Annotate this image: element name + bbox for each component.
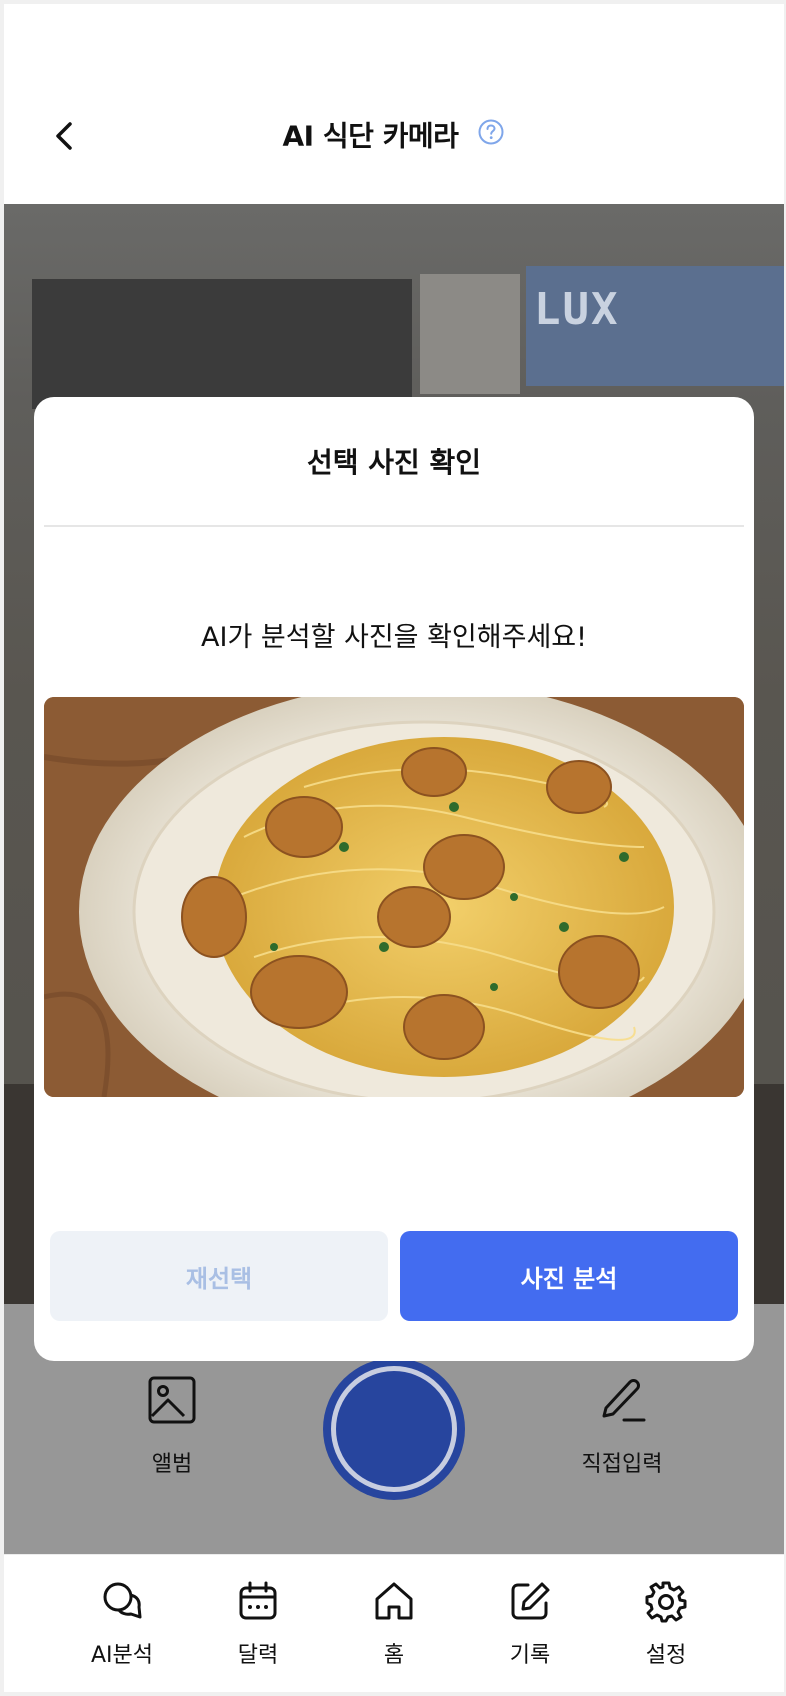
nav-label: 홈 xyxy=(383,1643,405,1668)
nav-label: 달력 xyxy=(237,1643,279,1668)
modal-divider xyxy=(44,525,744,527)
selected-food-photo xyxy=(44,697,744,1097)
nav-item-calendar[interactable]: 달력 xyxy=(198,1579,318,1669)
nav-label: AI분석 xyxy=(90,1643,154,1668)
shutter-ring xyxy=(331,1366,457,1492)
gear-icon xyxy=(645,1581,687,1623)
question-circle-icon xyxy=(478,119,504,144)
modal-title: 선택 사진 확인 xyxy=(306,446,482,479)
album-button[interactable]: 앨범 xyxy=(102,1374,242,1478)
photo-confirm-modal: 선택 사진 확인 AI가 분석할 사진을 확인해주세요! 재선택 사진 분석 xyxy=(34,397,754,1361)
header: AI 식단 카메라 xyxy=(4,4,784,204)
page-title: AI 식단 카메라 xyxy=(282,119,459,153)
modal-description: AI가 분석할 사진을 확인해주세요! xyxy=(201,622,587,653)
manual-input-label: 직접입력 xyxy=(581,1452,663,1477)
title-bar: AI 식단 카메라 xyxy=(4,112,784,160)
background-poster xyxy=(420,274,520,394)
edit-icon xyxy=(511,1582,550,1620)
shutter-button[interactable] xyxy=(323,1358,465,1500)
analyze-photo-button[interactable]: 사진 분석 xyxy=(400,1231,738,1321)
calendar-icon xyxy=(239,1581,277,1620)
home-icon xyxy=(375,1582,413,1620)
chat-bubbles-icon xyxy=(103,1582,142,1619)
pasta-photo-illustration xyxy=(44,697,744,1097)
background-poster xyxy=(32,279,412,409)
reselect-button[interactable]: 재선택 xyxy=(50,1231,388,1321)
album-label: 앨범 xyxy=(151,1452,193,1477)
nav-item-home[interactable]: 홈 xyxy=(334,1579,454,1669)
nav-item-settings[interactable]: 설정 xyxy=(606,1579,726,1669)
help-button[interactable] xyxy=(477,117,505,145)
app-screen: AI 식단 카메라 LUX 앨범 직접입력 선택 사진 확인 AI가 분석할 사… xyxy=(4,4,784,1692)
nav-item-records[interactable]: 기록 xyxy=(470,1579,590,1669)
poster-text: LUX xyxy=(534,284,620,335)
pen-icon xyxy=(602,1379,646,1422)
manual-input-button[interactable]: 직접입력 xyxy=(552,1374,692,1478)
bottom-nav: AI분석 달력 홈 기록 설정 xyxy=(4,1554,784,1692)
nav-label: 기록 xyxy=(509,1643,551,1668)
nav-label: 설정 xyxy=(645,1643,687,1668)
nav-item-ai-analysis[interactable]: AI분석 xyxy=(62,1579,182,1669)
image-icon xyxy=(148,1376,196,1424)
